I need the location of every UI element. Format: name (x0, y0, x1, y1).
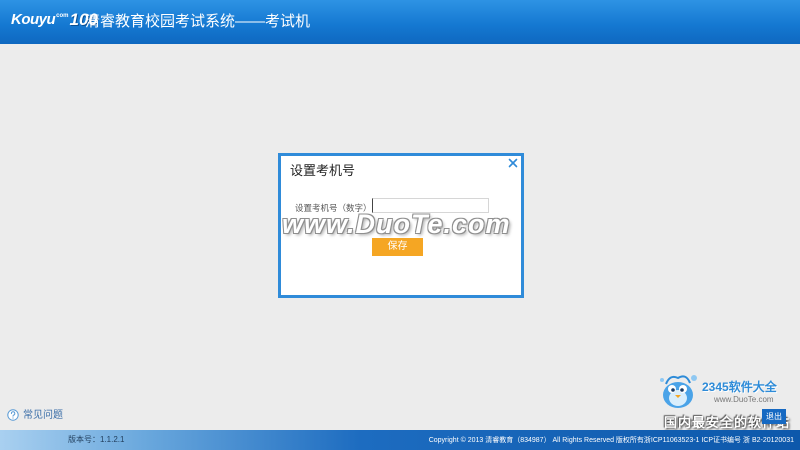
version-text: 版本号：1.1.2.1 (68, 435, 125, 444)
logo-sub: com (56, 13, 69, 19)
exit-button[interactable]: 退出 (762, 409, 786, 424)
save-button[interactable]: 保存 (372, 238, 423, 256)
app-footer: 版本号：1.1.2.1 Copyright © 2013 清睿教育（834987… (0, 430, 800, 450)
faq-link[interactable]: 常见问题 (23, 410, 63, 422)
logo-brand: Kouyu (11, 11, 56, 28)
dialog-title: 设置考机号 (290, 163, 356, 178)
machine-number-label: 设置考机号（数字） (295, 203, 372, 213)
close-icon[interactable] (508, 158, 518, 168)
set-exam-machine-dialog: 设置考机号 设置考机号（数字） 保存 (278, 153, 524, 298)
app-title: 清睿教育校园考试系统——考试机 (85, 13, 311, 30)
copyright-text: Copyright © 2013 清睿教育（834987） All Rights… (428, 437, 794, 444)
question-circle-icon[interactable] (7, 409, 19, 421)
app-header: Kouyu com 100 清睿教育校园考试系统——考试机 (0, 0, 800, 44)
machine-number-input[interactable] (372, 198, 489, 213)
